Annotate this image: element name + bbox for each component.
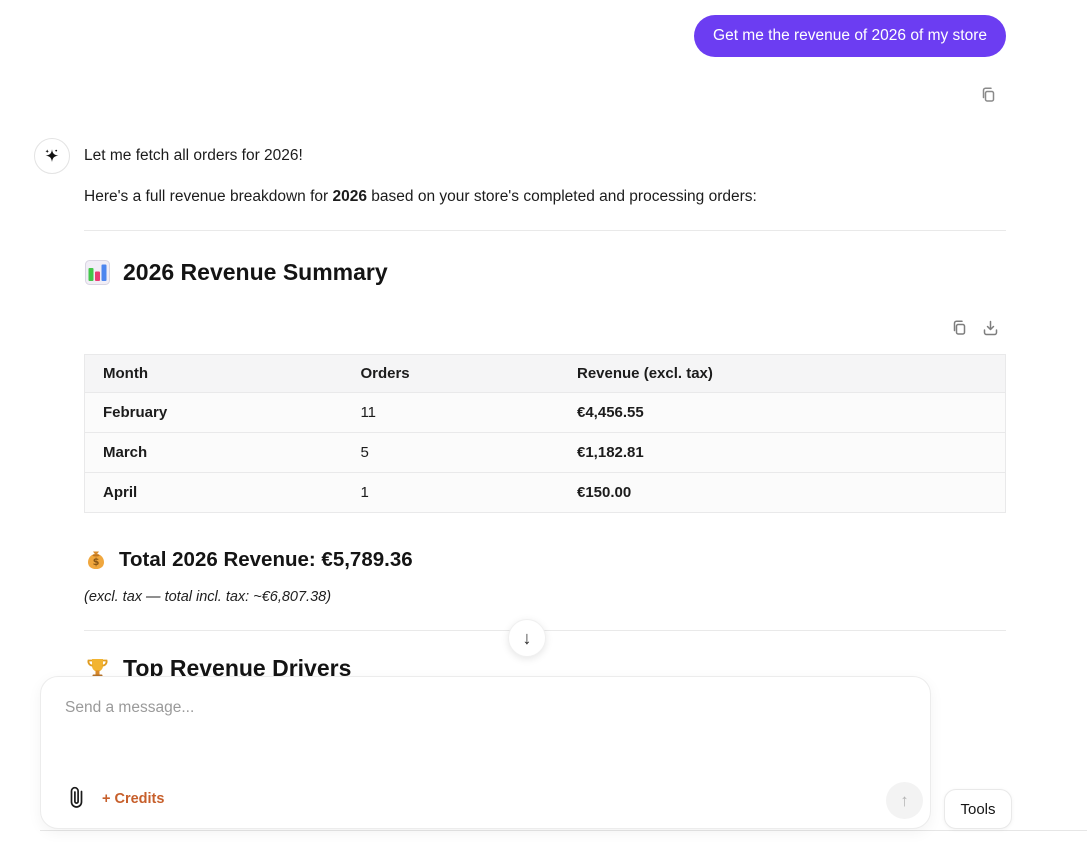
message-input[interactable]	[65, 699, 765, 759]
revenue-summary-title: 2026 Revenue Summary	[123, 259, 388, 286]
copy-icon[interactable]	[978, 85, 997, 104]
tools-button[interactable]: Tools	[944, 789, 1012, 829]
table-header-row: Month Orders Revenue (excl. tax)	[85, 355, 1005, 392]
table-row: April 1 €150.00	[85, 472, 1005, 512]
add-credits-link[interactable]: + Credits	[102, 791, 164, 807]
assistant-avatar	[34, 138, 70, 174]
send-button[interactable]: ↑	[886, 782, 923, 819]
revenue-table: Month Orders Revenue (excl. tax) Februar…	[84, 354, 1006, 513]
arrow-down-icon: ↓	[523, 628, 532, 649]
bottom-divider	[40, 830, 1087, 831]
breakdown-year: 2026	[333, 188, 367, 205]
section-divider	[84, 630, 1006, 631]
breakdown-suffix: based on your store's completed and proc…	[367, 188, 757, 205]
arrow-up-icon: ↑	[900, 791, 909, 811]
sparkle-icon	[42, 146, 62, 166]
breakdown-prefix: Here's a full revenue breakdown for	[84, 188, 333, 205]
cell-month: April	[85, 473, 342, 512]
cell-orders: 1	[342, 473, 559, 512]
column-header-month: Month	[85, 355, 342, 392]
scroll-down-button[interactable]: ↓	[508, 619, 546, 657]
assistant-breakdown-text: Here's a full revenue breakdown for 2026…	[84, 186, 757, 207]
total-revenue-heading: $ Total 2026 Revenue: €5,789.36	[84, 548, 413, 572]
cell-orders: 11	[342, 393, 559, 432]
bar-chart-emoji	[84, 259, 111, 286]
cell-revenue: €150.00	[559, 473, 1005, 512]
tax-note: (excl. tax — total incl. tax: ~€6,807.38…	[84, 589, 331, 605]
cell-revenue: €1,182.81	[559, 433, 1005, 472]
section-divider	[84, 230, 1006, 231]
user-message-bubble: Get me the revenue of 2026 of my store	[694, 15, 1006, 57]
money-bag-emoji: $	[84, 548, 108, 572]
download-icon[interactable]	[981, 318, 1000, 337]
svg-text:$: $	[93, 557, 100, 568]
paperclip-icon[interactable]	[68, 785, 85, 809]
cell-month: March	[85, 433, 342, 472]
column-header-orders: Orders	[342, 355, 559, 392]
copy-icon[interactable]	[949, 318, 968, 337]
cell-orders: 5	[342, 433, 559, 472]
table-row: March 5 €1,182.81	[85, 432, 1005, 472]
table-row: February 11 €4,456.55	[85, 392, 1005, 432]
message-composer: + Credits ↑	[40, 676, 931, 829]
cell-month: February	[85, 393, 342, 432]
column-header-revenue: Revenue (excl. tax)	[559, 355, 1005, 392]
cell-revenue: €4,456.55	[559, 393, 1005, 432]
table-toolbar	[949, 318, 1000, 337]
assistant-intro-text: Let me fetch all orders for 2026!	[84, 145, 303, 166]
total-revenue-text: Total 2026 Revenue: €5,789.36	[119, 548, 413, 572]
revenue-summary-heading: 2026 Revenue Summary	[84, 259, 388, 286]
